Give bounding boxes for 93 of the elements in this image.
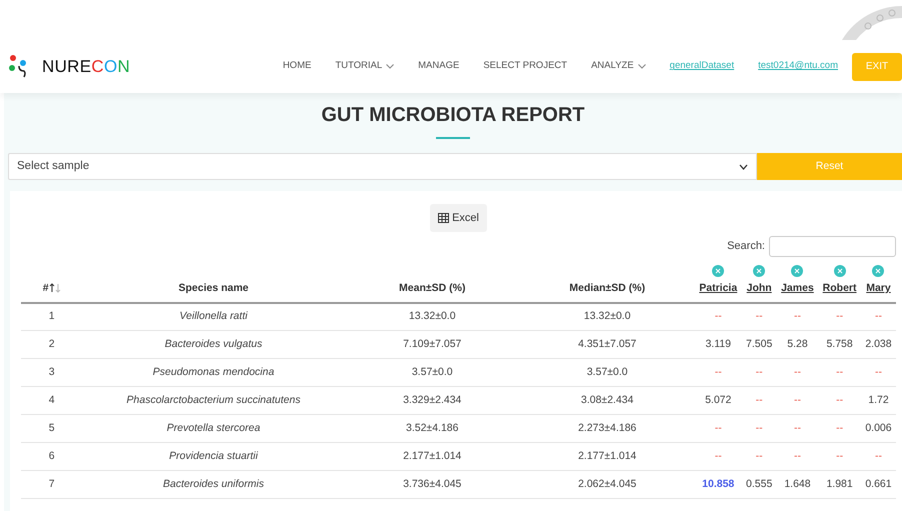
- sample-value: 0.555: [742, 470, 777, 499]
- species-name: Phascolarctobacterium succinatutens: [82, 386, 345, 415]
- caret-icon: [638, 64, 646, 69]
- nav-dropdown[interactable]: TUTORIAL: [335, 59, 394, 74]
- sample-value: 1.72: [860, 386, 896, 415]
- species-name: Bacteroides uniformis: [82, 470, 345, 499]
- brand-name[interactable]: NURECON: [42, 54, 130, 80]
- sample-value: --: [694, 414, 742, 443]
- sample-value: --: [818, 414, 861, 443]
- sort-icon[interactable]: [48, 283, 61, 294]
- sample-value: --: [694, 302, 742, 331]
- sample-value: 1.648: [776, 470, 818, 499]
- median-value: 2.273±4.186: [520, 414, 695, 443]
- median-value: 4.351±7.057: [520, 330, 695, 359]
- sample-value: --: [860, 358, 896, 387]
- sample-value: --: [742, 302, 777, 331]
- mean-value: 3.57±0.0: [344, 358, 520, 387]
- mean-value: 3.329±2.434: [344, 386, 520, 415]
- median-value: 2.177±1.014: [520, 442, 695, 471]
- species-name: Providencia stuartii: [82, 442, 345, 471]
- mean-value: 13.32±0.0: [344, 302, 520, 331]
- remove-icon[interactable]: [872, 265, 884, 277]
- sample-column-header[interactable]: John: [746, 281, 773, 297]
- sample-value: --: [818, 358, 861, 387]
- column-header: Mean±SD (%): [399, 282, 466, 294]
- species-name: Veillonella ratti: [82, 302, 345, 331]
- nav-dropdown[interactable]: ANALYZE: [591, 59, 646, 74]
- sample-value: 0.661: [860, 470, 896, 499]
- mean-value: 7.109±7.057: [344, 330, 520, 359]
- sample-value: 5.758: [818, 330, 861, 359]
- remove-icon[interactable]: [712, 265, 724, 277]
- row-number: 5: [21, 414, 82, 443]
- sample-value: --: [776, 386, 818, 415]
- excel-button[interactable]: Excel: [430, 204, 487, 232]
- nav-item[interactable]: MANAGE: [418, 59, 460, 74]
- row-number: 7: [21, 470, 82, 499]
- sample-value: 2.038: [860, 330, 896, 359]
- sample-value: --: [860, 442, 896, 471]
- page-title: GUT MICROBIOTA REPORT: [320, 103, 586, 127]
- search-label: Search:: [727, 239, 765, 254]
- sample-value: 0.006: [860, 414, 896, 443]
- row-number: 1: [21, 302, 82, 331]
- median-value: 3.57±0.0: [520, 358, 695, 387]
- nav-item[interactable]: HOME: [282, 59, 312, 74]
- sample-value: 10.858: [694, 470, 742, 499]
- species-name: Prevotella stercorea: [82, 414, 345, 443]
- sample-column-header[interactable]: James: [780, 281, 814, 297]
- sample-value: --: [776, 442, 818, 471]
- sample-value: --: [742, 386, 777, 415]
- sample-value: --: [860, 302, 896, 331]
- sample-value: 7.505: [742, 330, 777, 359]
- caret-icon: [386, 64, 394, 69]
- remove-icon[interactable]: [753, 265, 766, 277]
- row-number: 2: [21, 330, 82, 359]
- sample-value: 3.119: [694, 330, 742, 359]
- sample-value: --: [694, 358, 742, 387]
- mean-value: 3.736±4.045: [344, 470, 520, 499]
- sample-value: 5.28: [776, 330, 818, 359]
- sample-column-header[interactable]: Patricia: [698, 281, 738, 297]
- species-name: Pseudomonas mendocina: [82, 358, 345, 387]
- column-header: Species name: [178, 282, 249, 294]
- mean-value: 2.177±1.014: [344, 442, 520, 471]
- remove-icon[interactable]: [834, 265, 846, 277]
- search-field[interactable]: [769, 236, 896, 257]
- sample-select[interactable]: Select sample: [8, 153, 757, 180]
- median-value: 2.062±4.045: [520, 470, 695, 499]
- sample-value: --: [776, 302, 818, 331]
- sample-value: --: [742, 442, 777, 471]
- row-number: 3: [21, 358, 82, 387]
- sample-value: 5.072: [694, 386, 742, 415]
- sample-value: --: [776, 358, 818, 387]
- sample-value: --: [776, 414, 818, 443]
- median-value: 13.32±0.0: [520, 302, 695, 331]
- nav-item[interactable]: SELECT PROJECT: [483, 59, 568, 74]
- sample-column-header[interactable]: Mary: [864, 281, 892, 297]
- column-header[interactable]: #: [42, 282, 49, 294]
- chevron-icon: [739, 164, 748, 170]
- sample-value: --: [742, 358, 777, 387]
- column-header: Median±SD (%): [569, 282, 646, 294]
- sample-value: --: [818, 302, 861, 331]
- remove-icon[interactable]: [791, 265, 804, 277]
- median-value: 3.08±2.434: [520, 386, 695, 415]
- sample-column-header[interactable]: Robert: [822, 281, 857, 297]
- sample-value: 1.981: [818, 470, 861, 499]
- sample-value: --: [742, 414, 777, 443]
- sample-value: --: [818, 442, 861, 471]
- sample-value: --: [694, 442, 742, 471]
- sample-value: --: [818, 386, 861, 415]
- row-number: 4: [21, 386, 82, 415]
- table-icon: [438, 212, 450, 223]
- mean-value: 3.52±4.186: [344, 414, 520, 443]
- species-name: Bacteroides vulgatus: [82, 330, 345, 359]
- row-number: 6: [21, 442, 82, 471]
